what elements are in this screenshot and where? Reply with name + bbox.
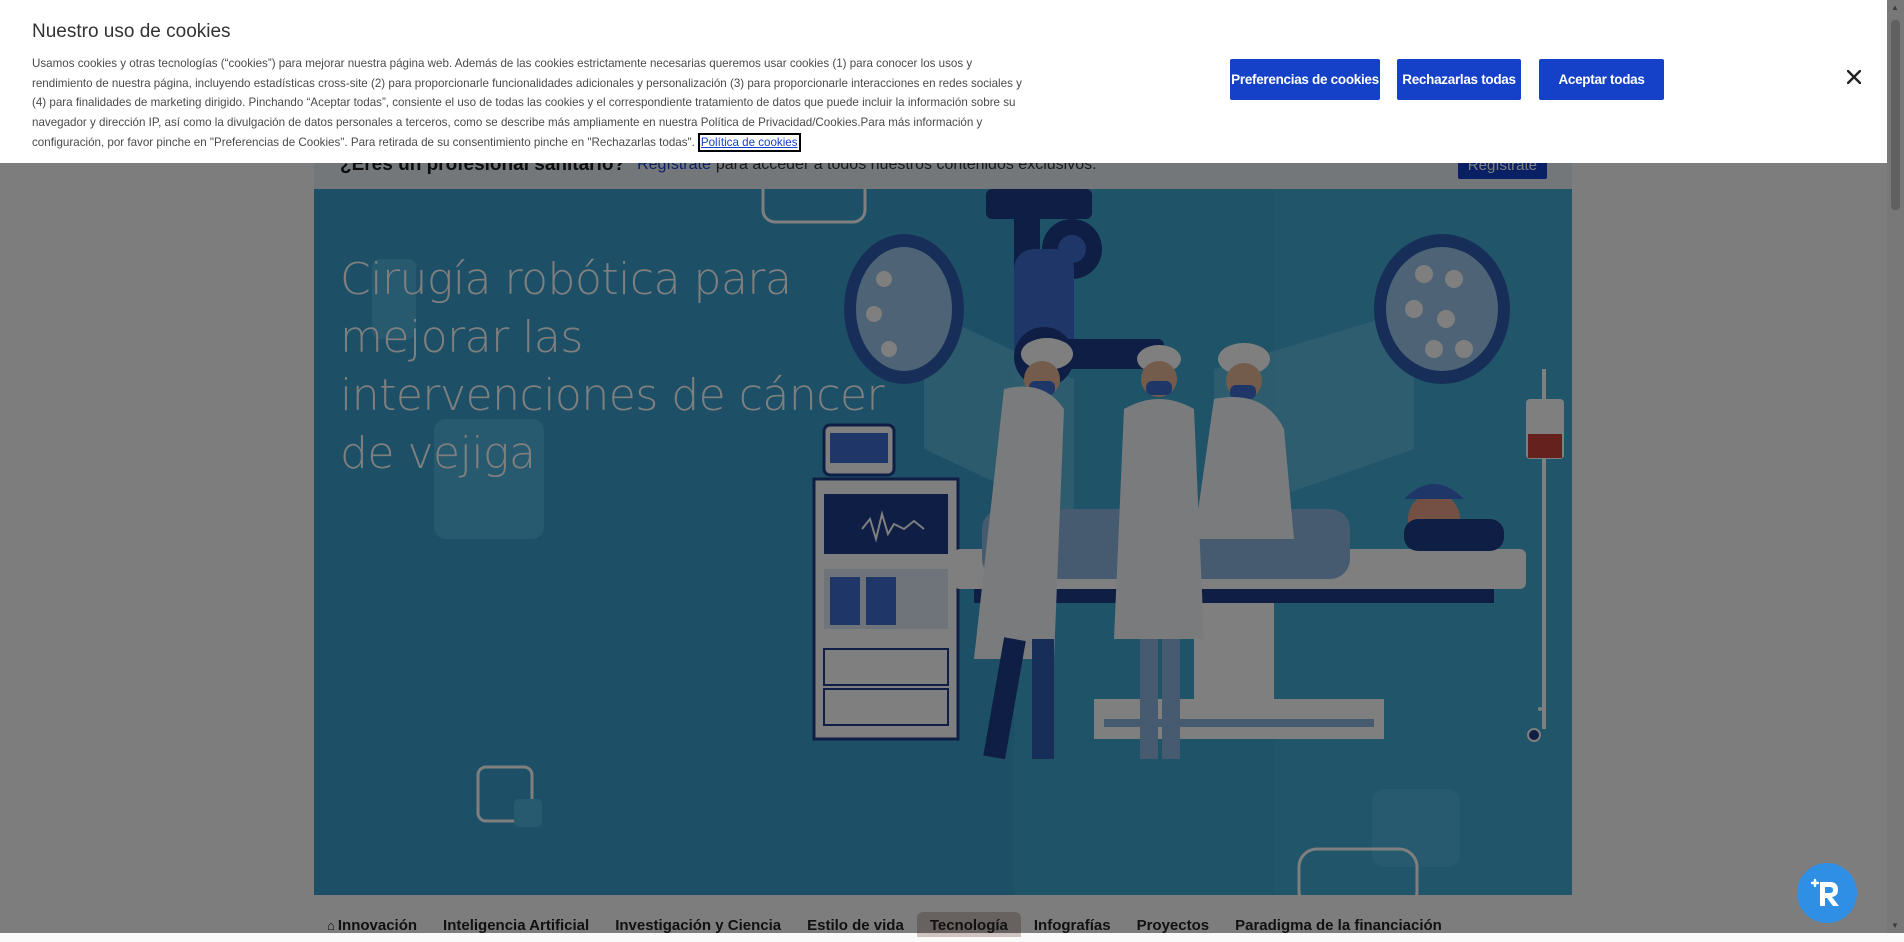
cookie-policy-link[interactable]: Política de cookies: [697, 132, 801, 152]
reject-all-button[interactable]: Rechazarlas todas: [1397, 59, 1521, 100]
cookie-banner-title: Nuestro uso de cookies: [32, 21, 231, 42]
accept-all-button[interactable]: Aceptar todas: [1539, 59, 1664, 100]
close-icon[interactable]: [1843, 66, 1865, 88]
cookie-banner: Nuestro uso de cookies Usamos cookies y …: [0, 0, 1887, 163]
cookie-banner-text: Usamos cookies y otras tecnologías (“coo…: [32, 54, 1032, 153]
robot-assistant-icon: [1810, 878, 1839, 906]
assistant-button[interactable]: [1797, 863, 1857, 923]
cookie-description: Usamos cookies y otras tecnologías (“coo…: [32, 57, 1022, 149]
cookie-preferences-button[interactable]: Preferencias de cookies: [1230, 59, 1380, 100]
